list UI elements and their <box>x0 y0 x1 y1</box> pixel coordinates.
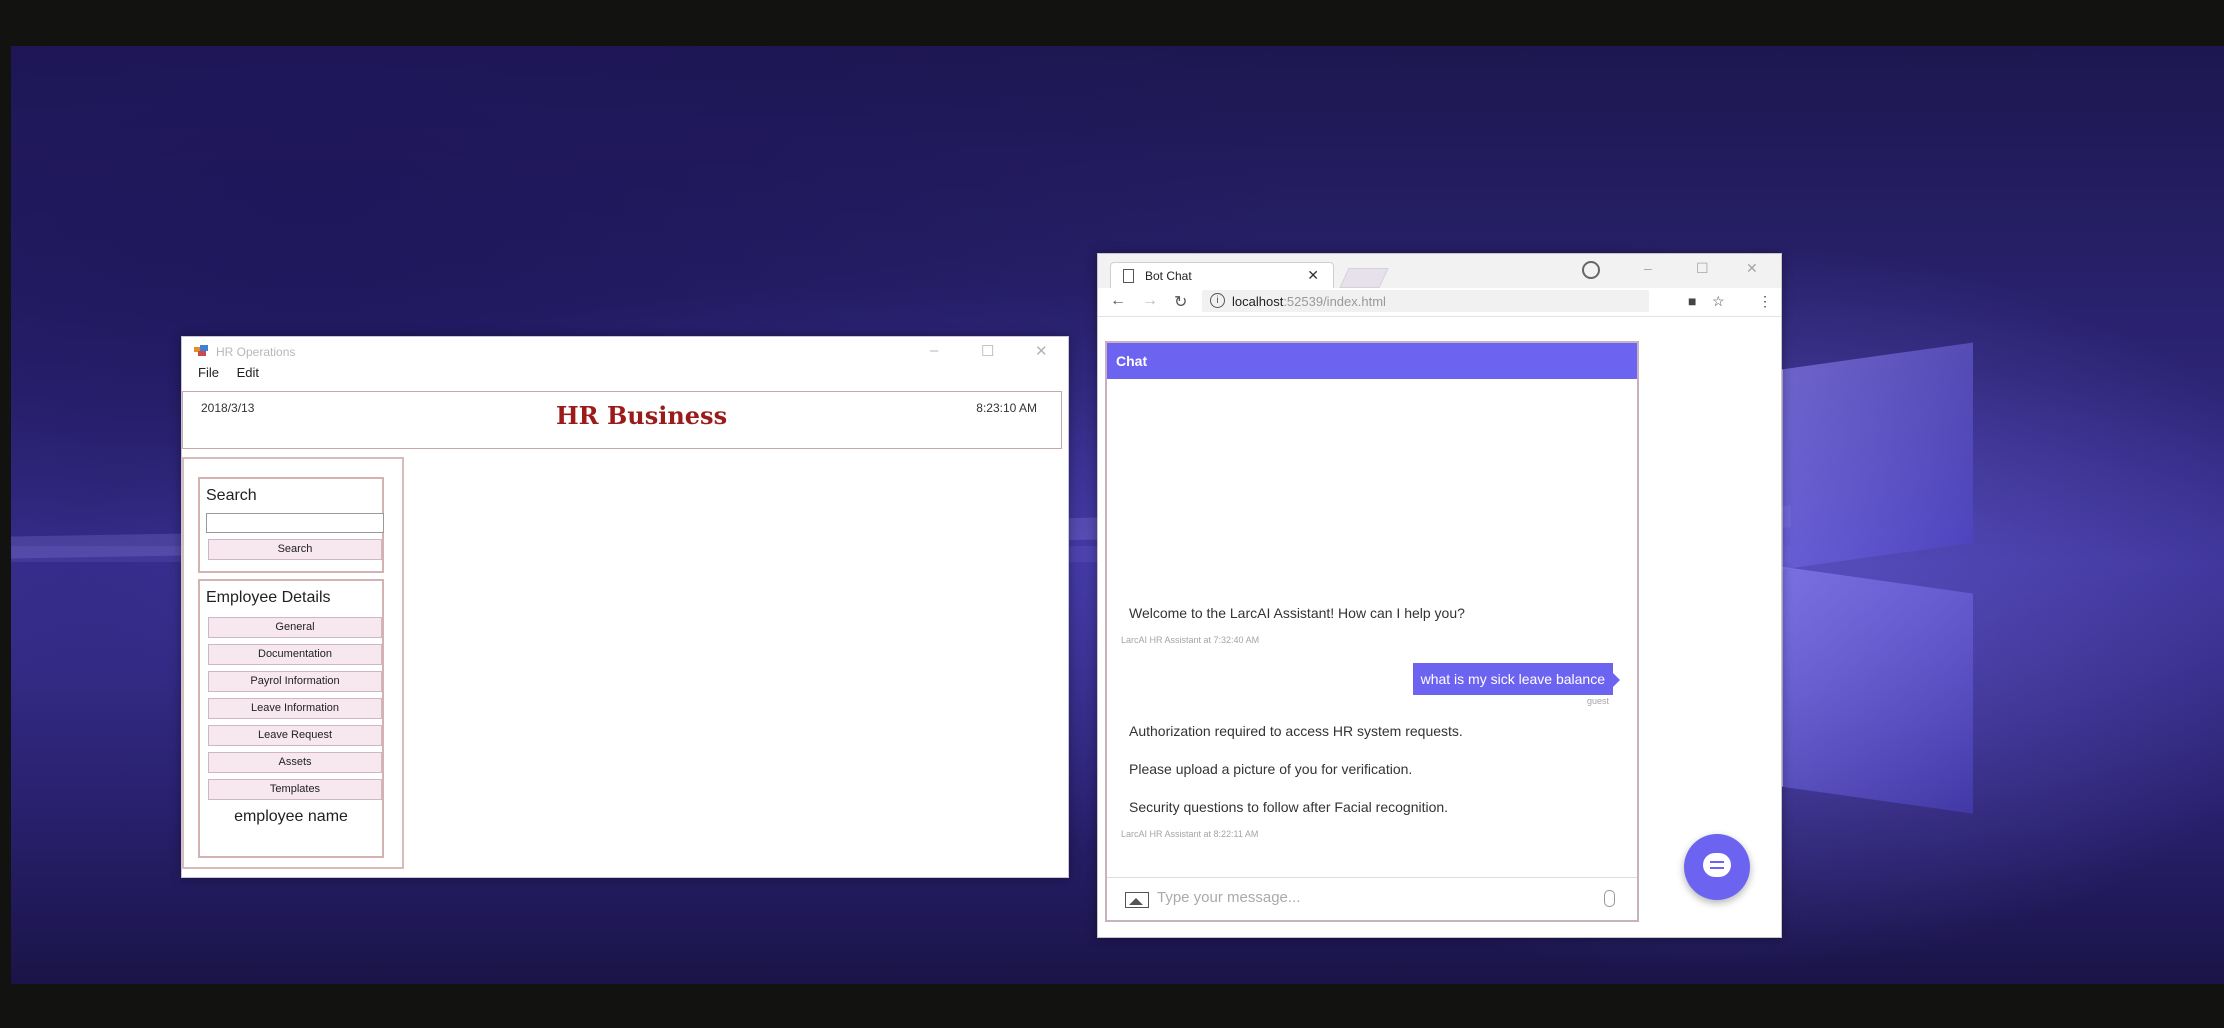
menu-icon[interactable]: ⋮ <box>1758 293 1772 310</box>
hr-sidebar: Search Search Employee Details General D… <box>182 457 404 869</box>
maximize-icon[interactable]: ☐ <box>981 342 994 360</box>
tab-title: Bot Chat <box>1145 269 1192 283</box>
close-icon[interactable]: ✕ <box>1035 342 1048 360</box>
employee-name-label: employee name <box>234 808 348 825</box>
brand-title: HR Business <box>556 401 728 430</box>
leave-information-button[interactable]: Leave Information <box>208 698 382 719</box>
new-tab-button[interactable] <box>1339 268 1389 288</box>
time-label: 8:23:10 AM <box>976 401 1037 415</box>
forward-icon[interactable]: → <box>1142 292 1158 310</box>
date-label: 2018/3/13 <box>201 401 255 415</box>
chat-launcher-button[interactable] <box>1684 834 1750 900</box>
general-button[interactable]: General <box>208 617 382 638</box>
info-icon[interactable]: i <box>1210 293 1225 308</box>
chat-panel: Chat Welcome to the LarcAI Assistant! Ho… <box>1105 341 1639 922</box>
bookmark-star-icon[interactable]: ☆ <box>1712 293 1725 310</box>
assets-button[interactable]: Assets <box>208 752 382 773</box>
search-button[interactable]: Search <box>208 539 382 560</box>
url-host: localhost <box>1232 294 1284 309</box>
message-composer: Type your message... <box>1107 877 1637 920</box>
tab-close-icon[interactable]: ✕ <box>1307 267 1319 284</box>
upload-image-icon[interactable] <box>1125 892 1149 908</box>
bot-message: Security questions to follow after Facia… <box>1129 799 1449 815</box>
message-input[interactable]: Type your message... <box>1157 889 1300 906</box>
windows-logo <box>1781 336 2224 856</box>
windows-logo-pane <box>1781 566 1973 814</box>
url-path: :52539/index.html <box>1283 294 1386 309</box>
browser-window: Bot Chat ✕ – ☐ ✕ ← → ↻ i localhost:52539… <box>1097 253 1782 938</box>
menu-file[interactable]: File <box>198 365 219 380</box>
hr-titlebar: HR Operations – ☐ ✕ <box>182 337 1068 365</box>
hr-header-panel: 2018/3/13 HR Business 8:23:10 AM <box>182 391 1062 449</box>
microphone-icon[interactable] <box>1604 890 1615 907</box>
camera-icon[interactable]: ■ <box>1688 293 1696 309</box>
message-meta: LarcAI HR Assistant at 7:32:40 AM <box>1121 635 1260 645</box>
chat-bubble-icon <box>1703 853 1731 877</box>
browser-toolbar: ← → ↻ i localhost:52539/index.html ■ ☆ ⋮ <box>1098 288 1781 317</box>
payrol-information-button[interactable]: Payrol Information <box>208 671 382 692</box>
bot-message: Welcome to the LarcAI Assistant! How can… <box>1129 605 1465 621</box>
search-group: Search Search <box>198 477 384 573</box>
message-meta-user: guest <box>1586 696 1609 706</box>
menu-edit[interactable]: Edit <box>237 365 259 380</box>
message-meta: LarcAI HR Assistant at 8:22:11 AM <box>1121 829 1259 839</box>
page-icon <box>1123 269 1134 283</box>
hr-menu-bar: File Edit <box>182 365 1068 385</box>
search-group-title: Search <box>206 487 257 504</box>
hr-window-title: HR Operations <box>216 345 296 359</box>
back-icon[interactable]: ← <box>1110 292 1126 310</box>
templates-button[interactable]: Templates <box>208 779 382 800</box>
close-icon[interactable]: ✕ <box>1746 260 1758 277</box>
minimize-icon[interactable]: – <box>930 342 938 359</box>
employee-details-group: Employee Details General Documentation P… <box>198 579 384 858</box>
user-message: what is my sick leave balance <box>1412 663 1621 695</box>
documentation-button[interactable]: Documentation <box>208 644 382 665</box>
bot-message: Please upload a picture of you for verif… <box>1129 761 1413 777</box>
bot-message: Authorization required to access HR syst… <box>1129 723 1463 739</box>
windows-logo-pane <box>1781 342 1973 570</box>
leave-request-button[interactable]: Leave Request <box>208 725 382 746</box>
address-bar[interactable]: i localhost:52539/index.html <box>1202 290 1649 312</box>
tab-bot-chat[interactable]: Bot Chat ✕ <box>1110 262 1334 289</box>
account-icon[interactable] <box>1582 261 1600 279</box>
search-input[interactable] <box>206 513 384 533</box>
chat-header: Chat <box>1107 343 1637 379</box>
browser-tab-bar: Bot Chat ✕ – ☐ ✕ <box>1098 254 1781 289</box>
minimize-icon[interactable]: – <box>1644 260 1652 276</box>
reload-icon[interactable]: ↻ <box>1174 292 1187 312</box>
hr-operations-window: HR Operations – ☐ ✕ File Edit 2018/3/13 … <box>181 336 1069 878</box>
maximize-icon[interactable]: ☐ <box>1696 260 1709 277</box>
employee-details-title: Employee Details <box>206 589 331 606</box>
app-icon <box>194 345 208 356</box>
address-url: localhost:52539/index.html <box>1232 294 1386 309</box>
